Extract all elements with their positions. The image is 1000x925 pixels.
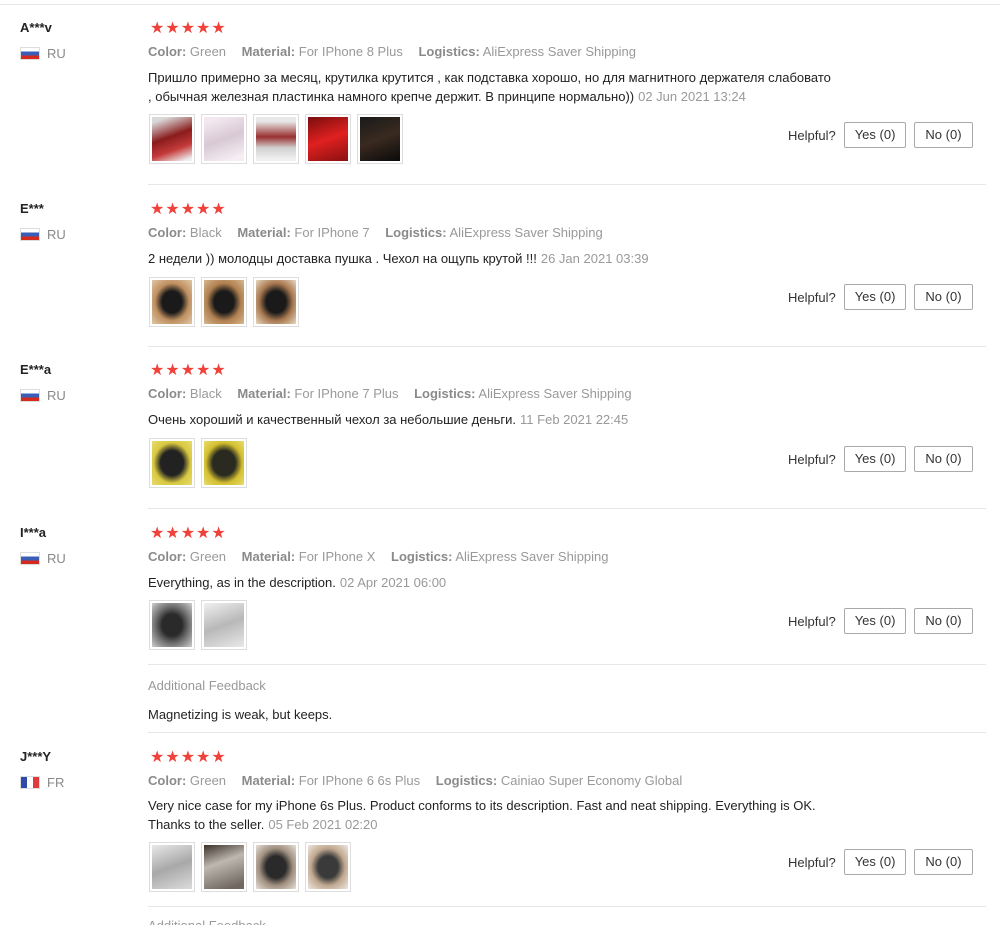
review-photo[interactable] [305, 114, 351, 164]
review-attributes: Color: Green Material: For IPhone X Logi… [148, 549, 609, 564]
review-photo[interactable] [149, 600, 195, 650]
reviewer-country: RU [20, 388, 66, 403]
review-photo[interactable] [149, 114, 195, 164]
review-date: 11 Feb 2021 22:45 [520, 412, 629, 427]
star-rating: ★★★★★ [150, 362, 227, 379]
ru-flag-icon [20, 228, 40, 241]
helpful-label: Helpful? [788, 127, 836, 143]
review-photo[interactable] [149, 277, 195, 327]
reviewer-name: A***v [20, 20, 52, 35]
country-code: RU [47, 46, 66, 61]
reviewer-name: E***a [20, 362, 52, 377]
star-rating: ★★★★★ [150, 201, 227, 218]
review-photo[interactable] [201, 277, 247, 327]
review-date: 02 Jun 2021 13:24 [638, 89, 746, 104]
review-divider [148, 508, 986, 509]
helpful-label: Helpful? [788, 451, 836, 467]
additional-feedback-title: Additional Feedback [148, 918, 266, 925]
helpful-section: Helpful? Yes (0) No (0) [788, 122, 973, 148]
helpful-yes-button[interactable]: Yes (0) [843, 284, 907, 310]
reviewer-name: I***a [20, 525, 47, 540]
ru-flag-icon [20, 552, 40, 565]
feedback-divider [148, 664, 986, 665]
helpful-section: Helpful? Yes (0) No (0) [788, 849, 973, 875]
helpful-yes-button[interactable]: Yes (0) [843, 122, 907, 148]
helpful-no-button[interactable]: No (0) [914, 608, 973, 634]
review-date: 02 Apr 2021 06:00 [339, 575, 447, 590]
reviewer-country: RU [20, 551, 66, 566]
review-photo[interactable] [201, 600, 247, 650]
reviewer-country: RU [20, 46, 66, 61]
review-photo[interactable] [357, 114, 403, 164]
helpful-label: Helpful? [788, 613, 836, 629]
ru-flag-icon [20, 47, 40, 60]
feedback-divider [148, 906, 986, 907]
review-photos [149, 277, 299, 327]
helpful-no-button[interactable]: No (0) [914, 284, 973, 310]
review-photo[interactable] [201, 842, 247, 892]
top-divider [0, 4, 1000, 5]
review-attributes: Color: Green Material: For IPhone 8 Plus… [148, 44, 636, 59]
review-photos [149, 114, 403, 164]
helpful-yes-button[interactable]: Yes (0) [843, 446, 907, 472]
review-photo[interactable] [253, 114, 299, 164]
review-item: I***a RU ★★★★★ Color: Green Material: Fo… [0, 525, 1000, 730]
review-divider [148, 732, 986, 733]
review-item: E***a RU ★★★★★ Color: Black Material: Fo… [0, 362, 1000, 507]
review-item: A***v RU ★★★★★ Color: Green Material: Fo… [0, 20, 1000, 185]
reviewer-name: J***Y [20, 749, 52, 764]
review-photos [149, 600, 247, 650]
review-divider [148, 184, 986, 185]
helpful-section: Helpful? Yes (0) No (0) [788, 446, 973, 472]
review-photos [149, 842, 351, 892]
review-divider [148, 346, 986, 347]
star-rating: ★★★★★ [150, 525, 227, 542]
review-text: Very nice case for my iPhone 6s Plus. Pr… [148, 798, 816, 832]
fr-flag-icon [20, 776, 40, 789]
review-item: E*** RU ★★★★★ Color: Black Material: For… [0, 201, 1000, 346]
review-photo[interactable] [253, 277, 299, 327]
helpful-no-button[interactable]: No (0) [914, 446, 973, 472]
reviewer-country: FR [20, 775, 64, 790]
helpful-yes-button[interactable]: Yes (0) [843, 849, 907, 875]
review-text: Пришло примерно за месяц, крутилка крути… [148, 70, 831, 104]
helpful-section: Helpful? Yes (0) No (0) [788, 284, 973, 310]
review-text: Очень хороший и качественный чехол за не… [148, 412, 629, 427]
review-photo[interactable] [149, 842, 195, 892]
review-date: 26 Jan 2021 03:39 [540, 251, 649, 266]
helpful-no-button[interactable]: No (0) [914, 122, 973, 148]
review-photo[interactable] [201, 114, 247, 164]
helpful-label: Helpful? [788, 289, 836, 305]
helpful-yes-button[interactable]: Yes (0) [843, 608, 907, 634]
review-text: 2 недели )) молодцы доставка пушка . Чех… [148, 251, 649, 266]
review-attributes: Color: Black Material: For IPhone 7 Logi… [148, 225, 603, 240]
ru-flag-icon [20, 389, 40, 402]
review-photos [149, 438, 247, 488]
additional-feedback-title: Additional Feedback [148, 678, 266, 693]
review-photo[interactable] [201, 438, 247, 488]
reviewer-name: E*** [20, 201, 44, 216]
country-code: RU [47, 551, 66, 566]
review-photo[interactable] [149, 438, 195, 488]
review-item: J***Y FR ★★★★★ Color: Green Material: Fo… [0, 749, 1000, 925]
review-date: 05 Feb 2021 02:20 [268, 817, 378, 832]
review-text: Everything, as in the description. 02 Apr… [148, 575, 447, 590]
star-rating: ★★★★★ [150, 20, 227, 37]
review-photo[interactable] [305, 842, 351, 892]
additional-feedback-text: Magnetizing is weak, but keeps. [148, 707, 333, 722]
star-rating: ★★★★★ [150, 749, 227, 766]
helpful-label: Helpful? [788, 854, 836, 870]
helpful-no-button[interactable]: No (0) [914, 849, 973, 875]
review-attributes: Color: Green Material: For IPhone 6 6s P… [148, 773, 683, 788]
helpful-section: Helpful? Yes (0) No (0) [788, 608, 973, 634]
country-code: RU [47, 227, 66, 242]
country-code: FR [47, 775, 65, 790]
review-photo[interactable] [253, 842, 299, 892]
country-code: RU [47, 388, 66, 403]
review-attributes: Color: Black Material: For IPhone 7 Plus… [148, 386, 632, 401]
reviewer-country: RU [20, 227, 66, 242]
